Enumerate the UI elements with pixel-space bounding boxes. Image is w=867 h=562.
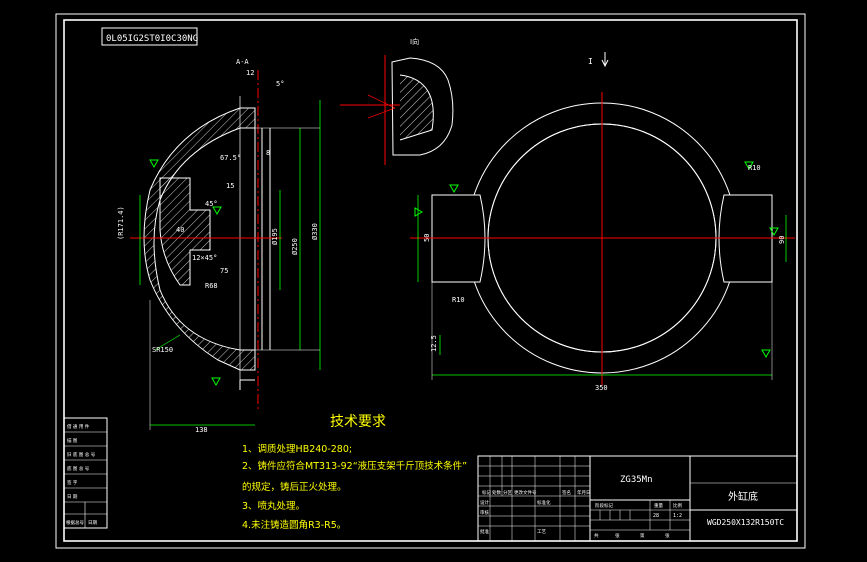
roughness-mark [761, 349, 771, 359]
svg-text:旧 底 图 总 号: 旧 底 图 总 号 [67, 451, 96, 458]
scale-value: 1:2 [673, 513, 682, 519]
svg-text:比例: 比例 [673, 502, 682, 509]
svg-text:签名: 签名 [562, 489, 571, 496]
svg-text:张: 张 [665, 532, 670, 539]
dim-r10-top: R10 [748, 164, 761, 172]
svg-text:共: 共 [594, 532, 599, 539]
svg-text:设计: 设计 [480, 499, 489, 506]
part-code: WGD250X132R150TC [707, 518, 784, 527]
drawing-canvas[interactable]: 0L05IG2ST0I0C30NG A-A 12 5° 67.5° 8 15 4… [0, 0, 867, 562]
svg-text:第: 第 [640, 532, 645, 539]
requirement-2b: 的规定，铸后正火处理。 [242, 481, 347, 493]
dim-d195: Ø195 [271, 228, 279, 245]
svg-text:借 通 用 件: 借 通 用 件 [67, 423, 90, 430]
dim-15: 15 [226, 182, 234, 190]
dim-r171: (R171.4) [117, 206, 125, 240]
view-arrow-label: I [588, 57, 593, 66]
roughness-mark [212, 206, 222, 216]
svg-text:底 图 总 号: 底 图 总 号 [67, 465, 90, 472]
dim-67-5: 67.5° [220, 154, 241, 162]
dim-sr150: SR150 [152, 346, 173, 354]
svg-text:分区: 分区 [503, 489, 512, 496]
dim-90: 90 [778, 236, 786, 244]
dim-138: 138 [195, 426, 208, 434]
dim-50: 50 [423, 234, 431, 242]
title-block: 标记 处数 分区 更改文件号 签名 年月日 设计 标准化 审核 工艺 批准 阶段… [477, 455, 798, 542]
requirement-2: 2、铸件应符合MT313-92“液压支架千斤顶技术条件” [242, 460, 467, 472]
section-view: A-A 12 5° 67.5° 8 15 45° 12×45° 75 R68 S… [117, 58, 321, 434]
roughness-mark [211, 377, 221, 387]
dim-d330: Ø330 [311, 223, 319, 240]
detail-view: I向 [340, 37, 454, 165]
svg-text:标记: 标记 [482, 489, 491, 496]
detail-label: I向 [410, 37, 419, 46]
requirement-4: 4.未注铸造圆角R3-R5。 [242, 519, 346, 531]
dim-r68: R68 [205, 282, 218, 290]
svg-text:年月日: 年月日 [577, 489, 591, 496]
svg-text:更改文件号: 更改文件号 [514, 489, 537, 496]
roughness-mark [414, 207, 424, 217]
svg-text:阶段标记: 阶段标记 [595, 502, 613, 509]
svg-text:日 期: 日 期 [67, 494, 78, 500]
tech-title: 技术要求 [330, 414, 386, 430]
dim-r10-left: R10 [452, 296, 465, 304]
tech-requirements: 技术要求 1、调质处理HB240-280; 2、铸件应符合MT313-92“液压… [242, 414, 467, 531]
part-name: 外缸底 [728, 490, 758, 503]
dim-75: 75 [220, 267, 228, 275]
requirement-1: 1、调质处理HB240-280; [242, 443, 352, 455]
svg-text:描 图: 描 图 [67, 437, 78, 444]
dim-12: 12 [246, 69, 254, 77]
dim-12-5: 12.5 [430, 335, 438, 352]
svg-text:根据总号: 根据总号 [66, 519, 84, 526]
requirement-3: 3、喷丸处理。 [242, 500, 305, 512]
svg-text:工艺: 工艺 [537, 529, 546, 535]
svg-text:张: 张 [615, 532, 620, 539]
svg-text:处数: 处数 [492, 489, 501, 496]
dim-40: 40 [176, 226, 184, 234]
weight-value: 28 [653, 513, 659, 519]
svg-text:审核: 审核 [480, 509, 489, 516]
detail-hatch [399, 74, 434, 141]
svg-text:标准化: 标准化 [537, 499, 551, 506]
boss-section [159, 177, 211, 286]
dim-45deg: 45° [205, 200, 218, 208]
svg-text:批准: 批准 [480, 528, 489, 535]
dim-chamfer: 12×45° [192, 254, 217, 262]
svg-text:日期: 日期 [88, 520, 97, 526]
svg-text:重量: 重量 [654, 502, 663, 509]
material: ZG35Mn [620, 475, 653, 485]
left-side-block: 借 通 用 件 描 图 旧 底 图 总 号 底 图 总 号 签 字 日 期 根据… [63, 417, 108, 529]
ring-view: 350 R10 R10 50 90 12.5 [410, 92, 795, 392]
dim-8: 8 [266, 149, 270, 157]
dim-350: 350 [595, 384, 608, 392]
svg-text:签 字: 签 字 [67, 479, 78, 486]
cad-viewport[interactable]: 0L05IG2ST0I0C30NG A-A 12 5° 67.5° 8 15 4… [0, 0, 867, 562]
dim-5deg: 5° [276, 80, 284, 88]
roughness-mark [149, 159, 159, 169]
roughness-mark [449, 184, 459, 194]
dim-d250: Ø250 [291, 238, 299, 255]
section-label: A-A [236, 58, 249, 66]
drawing-svg: 0L05IG2ST0I0C30NG A-A 12 5° 67.5° 8 15 4… [55, 13, 806, 549]
code-box-text: 0L05IG2ST0I0C30NG [106, 34, 198, 44]
